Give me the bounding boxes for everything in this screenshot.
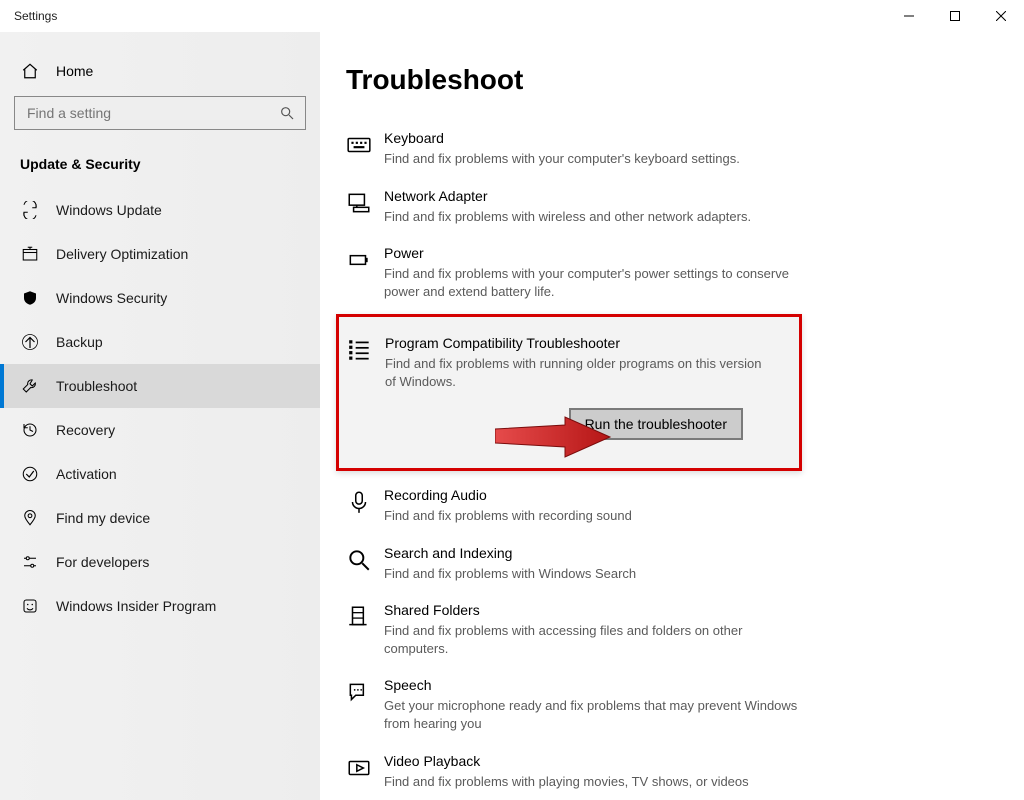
slider-icon — [20, 553, 40, 571]
sidebar-item-label: Backup — [56, 334, 103, 350]
box-icon — [20, 245, 40, 263]
troubleshooter-title: Speech — [384, 677, 994, 693]
sidebar-item-windows-update[interactable]: Windows Update — [0, 188, 320, 232]
home-icon — [20, 62, 40, 80]
troubleshooter-item[interactable]: Search and Indexing Find and fix problems… — [346, 539, 1024, 597]
troubleshooter-item[interactable]: Network Adapter Find and fix problems wit… — [346, 182, 1024, 240]
keyboard-icon — [346, 130, 384, 168]
window-title: Settings — [14, 9, 57, 23]
sidebar-item-windows-security[interactable]: Windows Security — [0, 276, 320, 320]
troubleshooter-desc: Find and fix problems with recording sou… — [384, 507, 804, 525]
titlebar: Settings — [0, 0, 1024, 32]
sidebar-item-label: Delivery Optimization — [56, 246, 188, 262]
troubleshooter-desc: Find and fix problems with your computer… — [384, 265, 804, 300]
sync-icon — [20, 201, 40, 219]
troubleshooter-title: Network Adapter — [384, 188, 994, 204]
troubleshooter-item[interactable]: Video Playback Find and fix problems with… — [346, 747, 1024, 800]
search-icon — [346, 545, 384, 583]
sidebar-item-label: Troubleshoot — [56, 378, 137, 394]
minimize-button[interactable] — [886, 0, 932, 32]
sidebar-item-label: Recovery — [56, 422, 115, 438]
sidebar-item-recovery[interactable]: Recovery — [0, 408, 320, 452]
troubleshooter-item[interactable]: Shared Folders Find and fix problems with… — [346, 596, 1024, 671]
sidebar: Home Update & Security Windows Update Del… — [0, 32, 320, 800]
sidebar-item-label: Windows Insider Program — [56, 598, 216, 614]
power-icon — [346, 245, 384, 300]
sidebar-item-label: Windows Update — [56, 202, 162, 218]
maximize-button[interactable] — [932, 0, 978, 32]
shared-icon — [346, 602, 384, 657]
troubleshooter-item[interactable]: Recording Audio Find and fix problems wit… — [346, 481, 1024, 539]
troubleshooter-title: Search and Indexing — [384, 545, 994, 561]
sidebar-item-backup[interactable]: Backup — [0, 320, 320, 364]
sidebar-group-header: Update & Security — [20, 156, 320, 172]
recovery-icon — [20, 421, 40, 439]
compat-icon — [347, 335, 385, 440]
sidebar-item-label: Windows Security — [56, 290, 167, 306]
troubleshooter-title: Power — [384, 245, 994, 261]
speech-icon — [346, 677, 384, 732]
close-button[interactable] — [978, 0, 1024, 32]
search-icon — [279, 105, 295, 121]
wrench-icon — [20, 377, 40, 395]
troubleshooter-title: Recording Audio — [384, 487, 994, 503]
sidebar-item-activation[interactable]: Activation — [0, 452, 320, 496]
troubleshooter-title: Video Playback — [384, 753, 994, 769]
search-input[interactable] — [25, 104, 279, 122]
video-icon — [346, 753, 384, 791]
troubleshooter-desc: Find and fix problems with wireless and … — [384, 208, 804, 226]
troubleshooter-desc: Find and fix problems with running older… — [385, 355, 763, 390]
troubleshooter-item[interactable]: Speech Get your microphone ready and fix … — [346, 671, 1024, 746]
mic-icon — [346, 487, 384, 525]
sidebar-home[interactable]: Home — [0, 52, 320, 90]
troubleshooter-title: Keyboard — [384, 130, 994, 146]
arrowup-icon — [20, 333, 40, 351]
page-title: Troubleshoot — [346, 64, 1024, 96]
sidebar-home-label: Home — [56, 63, 93, 79]
run-troubleshooter-button[interactable]: Run the troubleshooter — [569, 408, 743, 440]
sidebar-item-delivery-optimization[interactable]: Delivery Optimization — [0, 232, 320, 276]
sidebar-item-troubleshoot[interactable]: Troubleshoot — [0, 364, 320, 408]
sidebar-item-label: For developers — [56, 554, 149, 570]
troubleshooter-desc: Find and fix problems with accessing fil… — [384, 622, 804, 657]
sidebar-item-windows-insider-program[interactable]: Windows Insider Program — [0, 584, 320, 628]
troubleshooter-item[interactable]: Keyboard Find and fix problems with your … — [346, 124, 1024, 182]
troubleshooter-title: Shared Folders — [384, 602, 994, 618]
troubleshooter-desc: Get your microphone ready and fix proble… — [384, 697, 804, 732]
sidebar-item-find-my-device[interactable]: Find my device — [0, 496, 320, 540]
troubleshooter-item[interactable]: Program Compatibility Troubleshooter Find… — [336, 314, 802, 471]
troubleshooter-desc: Find and fix problems with Windows Searc… — [384, 565, 804, 583]
troubleshooter-desc: Find and fix problems with playing movie… — [384, 773, 804, 791]
network-icon — [346, 188, 384, 226]
face-icon — [20, 597, 40, 615]
content-area: Troubleshoot Keyboard Find and fix proble… — [320, 32, 1024, 800]
troubleshooter-title: Program Compatibility Troubleshooter — [385, 335, 763, 351]
troubleshooter-desc: Find and fix problems with your computer… — [384, 150, 804, 168]
troubleshooter-item[interactable]: Power Find and fix problems with your com… — [346, 239, 1024, 314]
check-icon — [20, 465, 40, 483]
location-icon — [20, 509, 40, 527]
search-box[interactable] — [14, 96, 306, 130]
sidebar-item-for-developers[interactable]: For developers — [0, 540, 320, 584]
sidebar-item-label: Activation — [56, 466, 117, 482]
sidebar-item-label: Find my device — [56, 510, 150, 526]
shield-icon — [20, 289, 40, 307]
